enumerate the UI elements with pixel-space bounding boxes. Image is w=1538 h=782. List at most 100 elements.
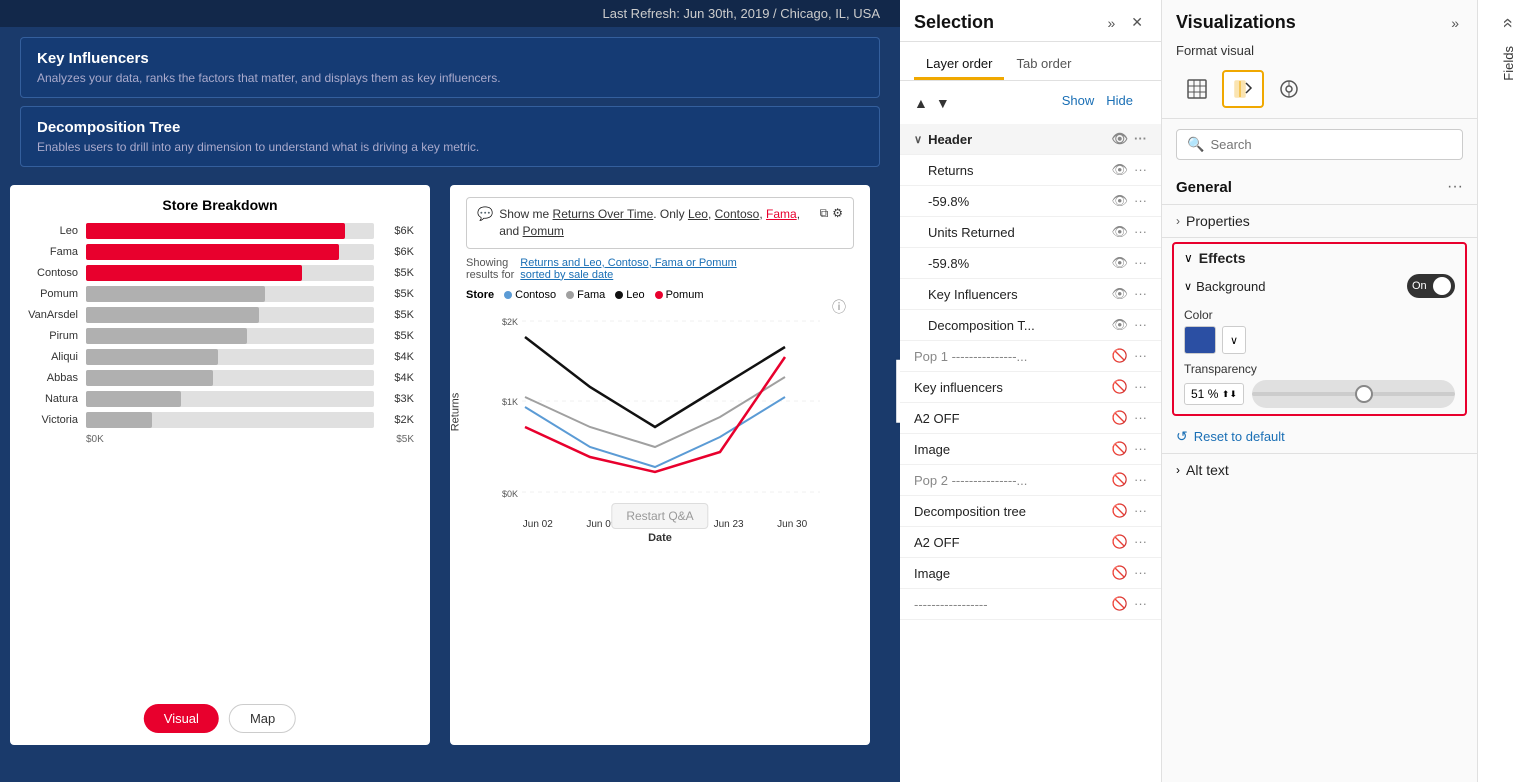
gesture-icon-button[interactable] <box>1268 70 1310 108</box>
hidden-icon[interactable]: 🚫 <box>1112 379 1128 395</box>
collapse-panel-button[interactable]: « <box>1492 10 1525 36</box>
hidden-icon[interactable]: 🚫 <box>1112 503 1128 519</box>
show-button[interactable]: Show <box>1062 93 1095 108</box>
paint-icon-button[interactable] <box>1222 70 1264 108</box>
key-influencers-desc: Analyzes your data, ranks the factors th… <box>37 71 863 85</box>
qa-icons: ⧉ ⚙ <box>820 206 843 221</box>
filters-tab[interactable]: Filters <box>896 359 900 422</box>
showing-link-sorted[interactable]: sorted by sale date <box>520 269 736 281</box>
stepper-icon[interactable]: ⬆⬇ <box>1222 389 1237 400</box>
visibility-icon[interactable]: 👁 <box>1111 131 1128 147</box>
list-item[interactable]: Units Returned 👁 ··· <box>900 217 1161 248</box>
more-options-icon[interactable]: ··· <box>1134 193 1147 209</box>
hidden-icon[interactable]: 🚫 <box>1112 410 1128 426</box>
list-item[interactable]: Returns 👁 ··· <box>900 155 1161 186</box>
more-options-icon[interactable]: ··· <box>1134 348 1147 364</box>
tab-tab-order[interactable]: Tab order <box>1004 50 1083 80</box>
fields-tab[interactable]: Fields <box>1495 36 1522 91</box>
transparency-input[interactable]: 51 % ⬆⬇ <box>1184 383 1244 405</box>
decomposition-tree-card[interactable]: Decomposition Tree Enables users to dril… <box>20 106 880 167</box>
more-options-icon[interactable]: ··· <box>1134 317 1147 333</box>
move-up-button[interactable]: ▲ <box>914 95 928 111</box>
key-influencers-card[interactable]: Key Influencers Analyzes your data, rank… <box>20 37 880 98</box>
list-item[interactable]: Decomposition tree 🚫 ··· <box>900 496 1161 527</box>
table-icon-button[interactable] <box>1176 70 1218 108</box>
hidden-icon[interactable]: 🚫 <box>1112 348 1128 364</box>
background-label: Background <box>1196 279 1265 294</box>
item-icons: 👁 ··· <box>1111 255 1147 271</box>
tab-layer-order[interactable]: Layer order <box>914 50 1004 80</box>
bar-label: Fama <box>26 246 86 258</box>
panel-header: Selection » ✕ <box>900 0 1161 42</box>
visibility-icon[interactable]: 👁 <box>1111 317 1128 333</box>
visibility-icon[interactable]: 👁 <box>1111 286 1128 302</box>
search-input[interactable] <box>1210 137 1452 152</box>
list-item[interactable]: Key influencers 🚫 ··· <box>900 372 1161 403</box>
hidden-icon[interactable]: 🚫 <box>1112 441 1128 457</box>
restart-qa-button[interactable]: Restart Q&A <box>611 503 708 529</box>
reset-to-default-button[interactable]: ↺ Reset to default <box>1162 420 1477 453</box>
settings-icon[interactable]: ⚙ <box>832 206 843 221</box>
list-item[interactable]: Image 🚫 ··· <box>900 434 1161 465</box>
list-item[interactable]: Pop 1 ---------------... 🚫 ··· <box>900 341 1161 372</box>
list-item[interactable]: Key Influencers 👁 ··· <box>900 279 1161 310</box>
item-icons: 👁 ··· <box>1111 224 1147 240</box>
list-item[interactable]: A2 OFF 🚫 ··· <box>900 527 1161 558</box>
list-item[interactable]: ----------------- 🚫 ··· <box>900 589 1161 620</box>
background-toggle[interactable]: On <box>1407 274 1455 298</box>
color-dropdown-button[interactable]: ∨ <box>1222 326 1246 354</box>
copy-icon[interactable]: ⧉ <box>820 206 829 221</box>
more-options-icon[interactable]: ··· <box>1134 565 1147 581</box>
more-options-icon[interactable]: ··· <box>1134 224 1147 240</box>
expand-viz-button[interactable]: » <box>1447 13 1463 33</box>
more-options-icon[interactable]: ··· <box>1134 596 1147 612</box>
alt-text-section[interactable]: › Alt text <box>1162 453 1477 486</box>
visibility-icon[interactable]: 👁 <box>1111 255 1128 271</box>
hidden-icon[interactable]: 🚫 <box>1112 596 1128 612</box>
hide-button[interactable]: Hide <box>1106 93 1133 108</box>
more-options-icon[interactable]: ··· <box>1134 255 1147 271</box>
item-icons: 🚫 ··· <box>1112 534 1147 550</box>
bar-value: $2K <box>374 414 414 426</box>
transparency-slider[interactable] <box>1252 380 1455 408</box>
hidden-icon[interactable]: 🚫 <box>1112 534 1128 550</box>
more-options-icon[interactable]: ··· <box>1134 131 1147 147</box>
expand-icon-button[interactable]: » <box>1103 13 1119 33</box>
hidden-icon[interactable]: 🚫 <box>1112 565 1128 581</box>
map-button[interactable]: Map <box>229 704 296 733</box>
more-options-icon[interactable]: ··· <box>1134 534 1147 550</box>
list-item[interactable]: Image 🚫 ··· <box>900 558 1161 589</box>
more-options-icon[interactable]: ··· <box>1134 286 1147 302</box>
move-down-button[interactable]: ▼ <box>936 95 950 111</box>
close-button[interactable]: ✕ <box>1127 12 1147 33</box>
selection-section-header[interactable]: ∨ Header 👁 ··· <box>900 124 1161 155</box>
list-item[interactable]: -59.8% 👁 ··· <box>900 248 1161 279</box>
list-item[interactable]: Decomposition T... 👁 ··· <box>900 310 1161 341</box>
color-swatch[interactable] <box>1184 326 1216 354</box>
effects-label: Effects <box>1199 250 1246 266</box>
more-options-icon[interactable]: ··· <box>1134 503 1147 519</box>
more-options-icon[interactable]: ··· <box>1134 410 1147 426</box>
qa-input-box[interactable]: 💬 Show me Returns Over Time. Only Leo, C… <box>466 197 854 249</box>
visibility-icon[interactable]: 👁 <box>1111 193 1128 209</box>
list-item[interactable]: A2 OFF 🚫 ··· <box>900 403 1161 434</box>
table-row: Contoso $5K <box>26 265 414 281</box>
more-options-icon[interactable]: ··· <box>1134 441 1147 457</box>
visibility-icon[interactable]: 👁 <box>1111 224 1128 240</box>
general-more-options[interactable]: ··· <box>1447 178 1463 196</box>
list-item[interactable]: -59.8% 👁 ··· <box>900 186 1161 217</box>
effects-section: ∨ Effects ∨ Background On Color ∨ Transp… <box>1172 242 1467 416</box>
slider-thumb[interactable] <box>1355 385 1373 403</box>
showing-link[interactable]: Returns and Leo, Contoso, Fama or Pomum <box>520 257 736 269</box>
more-options-icon[interactable]: ··· <box>1134 162 1147 178</box>
more-options-icon[interactable]: ··· <box>1134 472 1147 488</box>
collapse-effects-icon[interactable]: ∨ <box>1184 251 1193 265</box>
properties-section[interactable]: › Properties <box>1162 205 1477 238</box>
item-label: Image <box>914 566 1112 581</box>
hidden-icon[interactable]: 🚫 <box>1112 472 1128 488</box>
list-item[interactable]: Pop 2 ---------------... 🚫 ··· <box>900 465 1161 496</box>
more-options-icon[interactable]: ··· <box>1134 379 1147 395</box>
collapse-background-icon[interactable]: ∨ <box>1184 280 1192 293</box>
visual-button[interactable]: Visual <box>144 704 219 733</box>
visibility-icon[interactable]: 👁 <box>1111 162 1128 178</box>
